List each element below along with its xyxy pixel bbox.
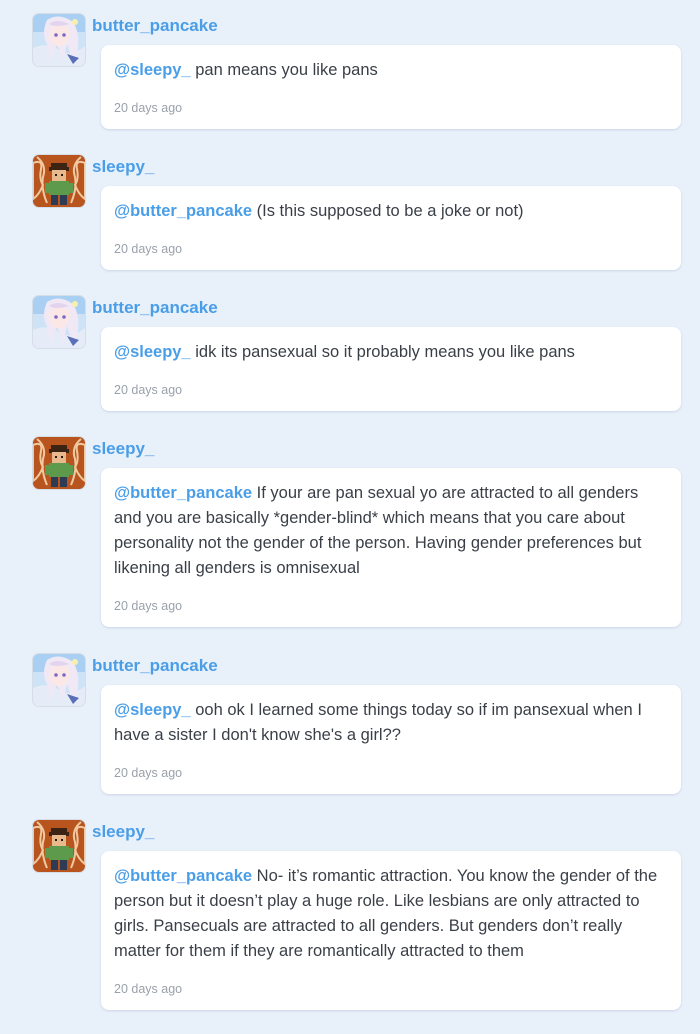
comment-timestamp: 20 days ago xyxy=(114,599,183,613)
avatar[interactable] xyxy=(33,654,85,706)
comment-text: @butter_pancake No- it’s romantic attrac… xyxy=(114,864,668,964)
comment-timestamp: 20 days ago xyxy=(114,982,183,996)
comment-timestamp: 20 days ago xyxy=(114,101,183,115)
comment-body: idk its pansexual so it probably means y… xyxy=(190,343,575,361)
comment-username[interactable]: butter_pancake xyxy=(92,656,218,676)
comment-card: @sleepy_ ooh ok I learned some things to… xyxy=(101,685,681,794)
comment-timestamp: 20 days ago xyxy=(114,766,183,780)
pixel-boy-avatar-icon xyxy=(33,437,85,489)
avatar[interactable] xyxy=(33,437,85,489)
comment-body: (Is this supposed to be a joke or not) xyxy=(252,202,524,220)
comment-text: @butter_pancake (Is this supposed to be … xyxy=(114,199,668,224)
comment-text: @sleepy_ ooh ok I learned some things to… xyxy=(114,698,668,748)
comment-card: @butter_pancake If your are pan sexual y… xyxy=(101,468,681,627)
comment-username[interactable]: butter_pancake xyxy=(92,298,218,318)
comment-text: @sleepy_ pan means you like pans xyxy=(114,58,668,83)
comment-card: @butter_pancake (Is this supposed to be … xyxy=(101,186,681,270)
mention-link[interactable]: @butter_pancake xyxy=(114,202,252,220)
comment-card: @sleepy_ idk its pansexual so it probabl… xyxy=(101,327,681,411)
comment-body: ooh ok I learned some things today so if… xyxy=(114,701,642,744)
comment-text: @sleepy_ idk its pansexual so it probabl… xyxy=(114,340,668,365)
comment-username[interactable]: butter_pancake xyxy=(92,16,218,36)
anime-girl-avatar-icon xyxy=(33,296,85,348)
comment-username[interactable]: sleepy_ xyxy=(92,439,154,459)
mention-link[interactable]: @sleepy_ xyxy=(114,61,191,79)
anime-girl-avatar-icon xyxy=(33,654,85,706)
anime-girl-avatar-icon xyxy=(33,14,85,66)
pixel-boy-avatar-icon xyxy=(33,820,85,872)
comment-username[interactable]: sleepy_ xyxy=(92,822,154,842)
avatar[interactable] xyxy=(33,820,85,872)
avatar[interactable] xyxy=(33,296,85,348)
comment-card: @sleepy_ pan means you like pans 20 days… xyxy=(101,45,681,129)
pixel-boy-avatar-icon xyxy=(33,155,85,207)
avatar[interactable] xyxy=(33,155,85,207)
comment-text: @butter_pancake If your are pan sexual y… xyxy=(114,481,668,581)
comment-card: @butter_pancake No- it’s romantic attrac… xyxy=(101,851,681,1010)
mention-link[interactable]: @butter_pancake xyxy=(114,484,252,502)
mention-link[interactable]: @sleepy_ xyxy=(114,701,191,719)
mention-link[interactable]: @butter_pancake xyxy=(114,867,252,885)
comment-body: pan means you like pans xyxy=(190,61,378,79)
comment-timestamp: 20 days ago xyxy=(114,242,183,256)
avatar[interactable] xyxy=(33,14,85,66)
comment-timestamp: 20 days ago xyxy=(114,383,183,397)
mention-link[interactable]: @sleepy_ xyxy=(114,343,191,361)
comment-username[interactable]: sleepy_ xyxy=(92,157,154,177)
